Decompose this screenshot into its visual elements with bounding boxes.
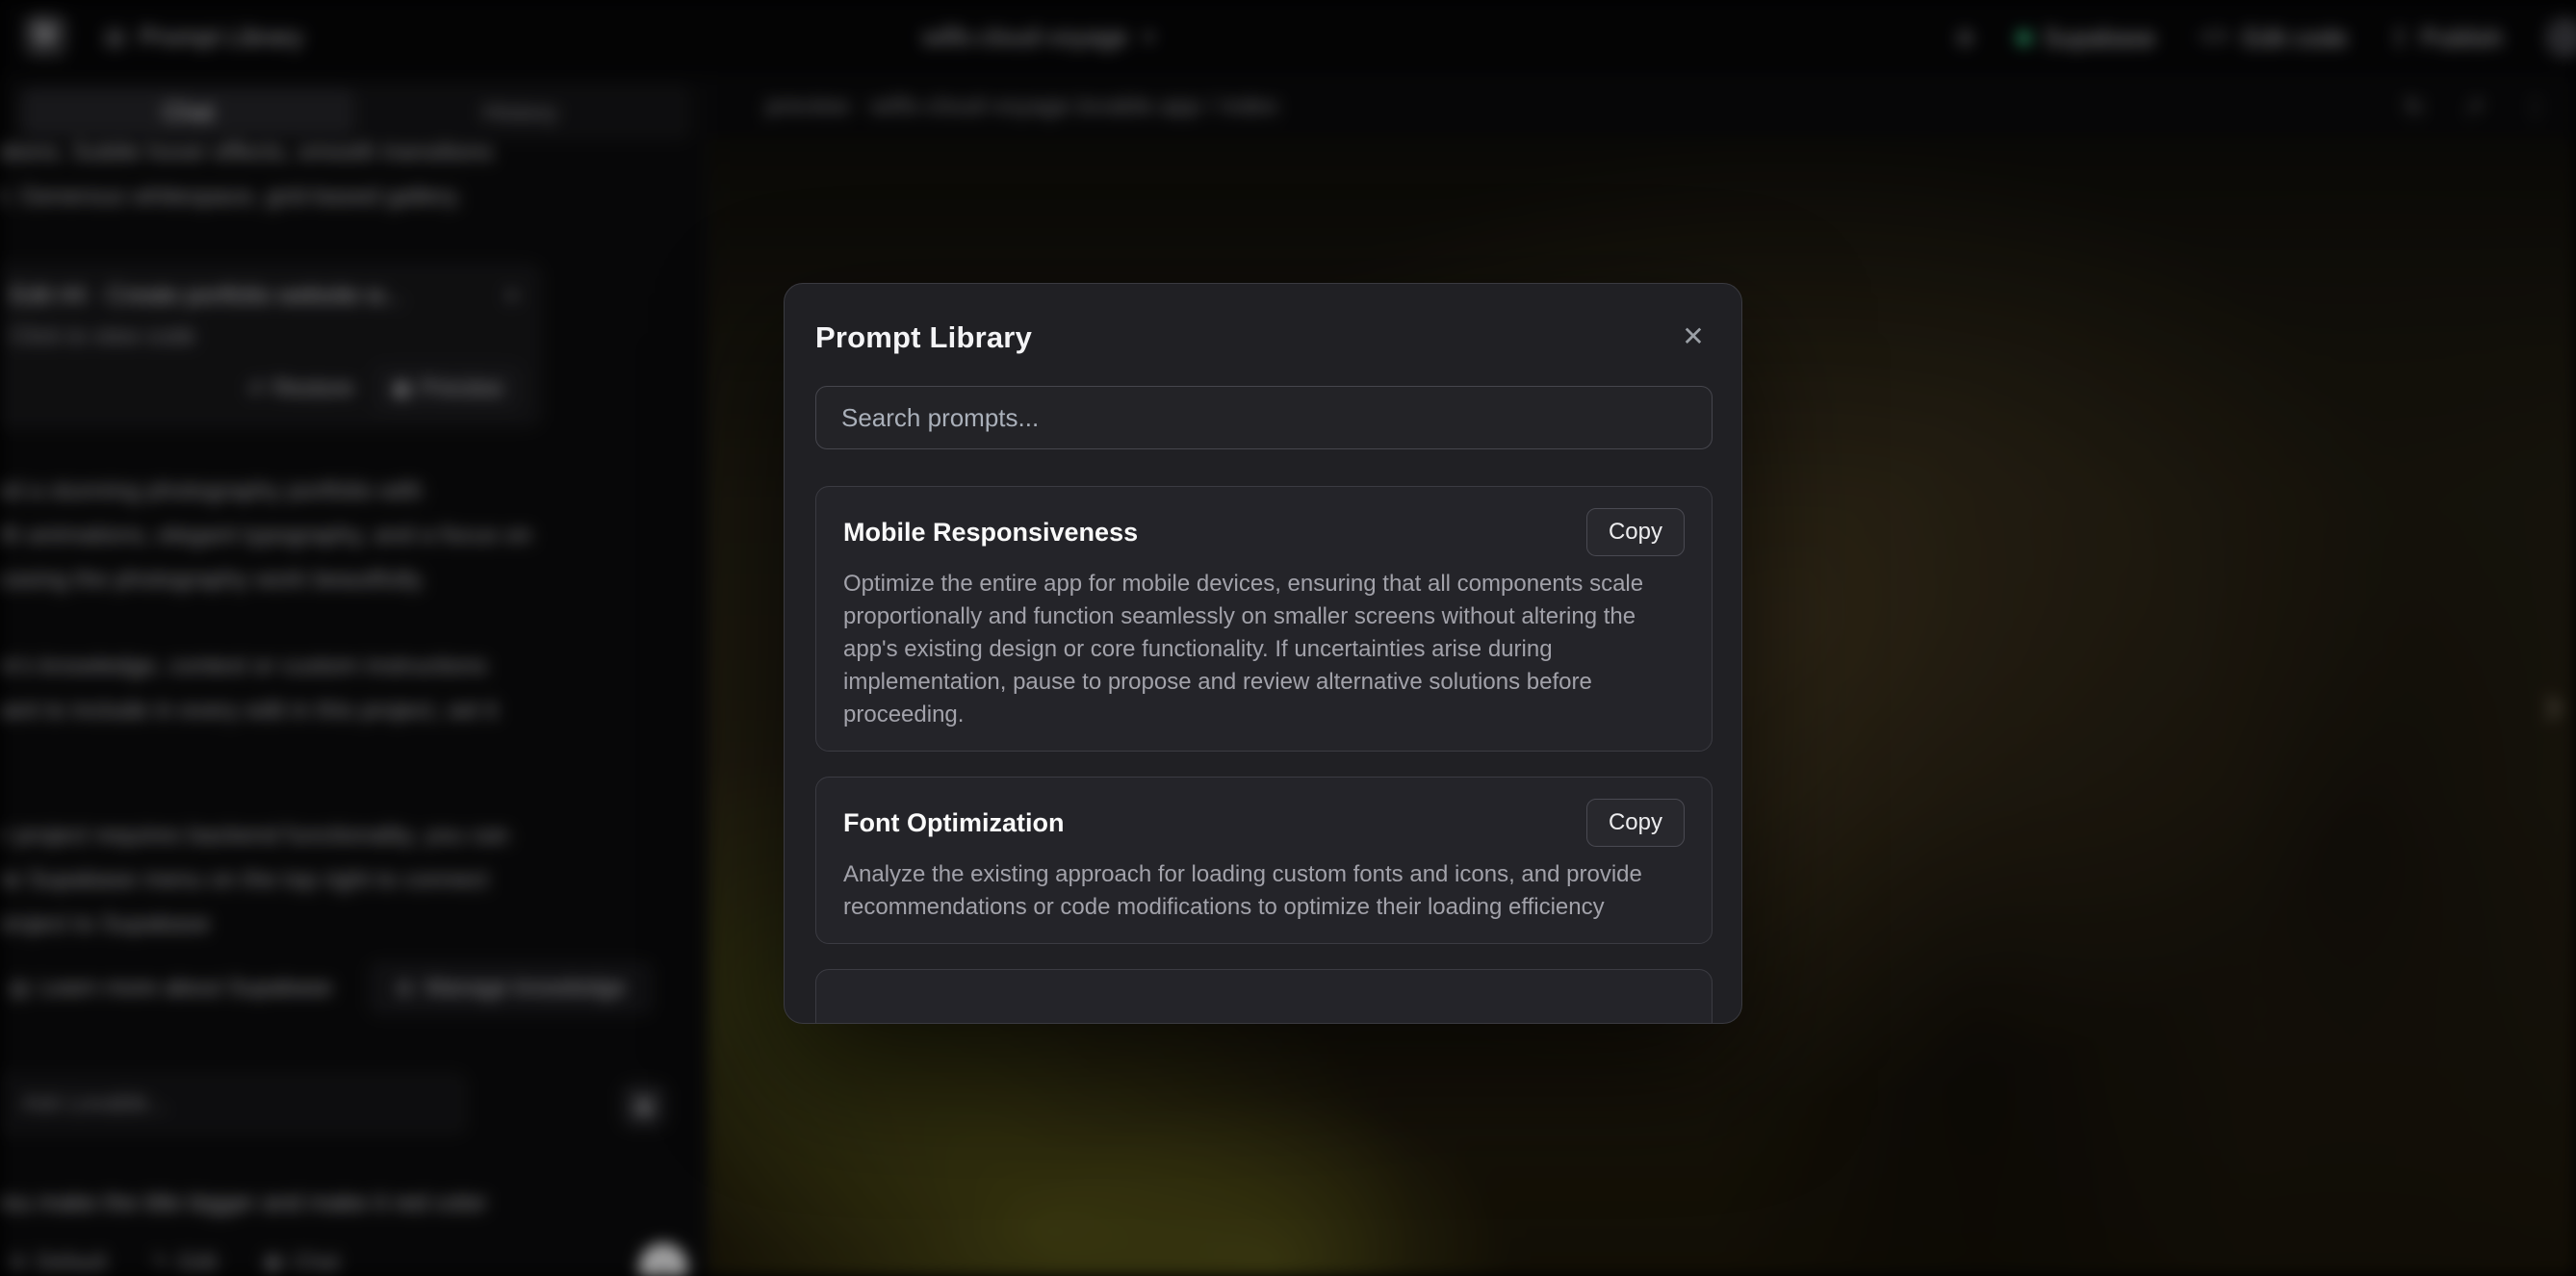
modal-close-button[interactable]: ✕ (1670, 313, 1716, 359)
modal-title: Prompt Library (815, 320, 1032, 355)
prompt-title: Mobile Responsiveness (843, 518, 1138, 548)
copy-button[interactable]: Copy (1586, 799, 1685, 847)
prompt-library-modal: Prompt Library ✕ Mobile Responsiveness C… (784, 283, 1742, 1024)
close-icon: ✕ (1682, 320, 1704, 352)
prompt-title: Font Optimization (843, 808, 1064, 838)
prompt-description: Optimize the entire app for mobile devic… (843, 568, 1685, 731)
prompt-card-font-optimization: Font Optimization Copy Analyze the exist… (815, 777, 1713, 944)
prompt-search-box (815, 386, 1713, 449)
prompt-search-input[interactable] (816, 403, 1712, 433)
prompt-description: Analyze the existing approach for loadin… (843, 858, 1685, 924)
prompt-list: Mobile Responsiveness Copy Optimize the … (815, 486, 1711, 1024)
prompt-card-mobile-responsiveness: Mobile Responsiveness Copy Optimize the … (815, 486, 1713, 752)
copy-button[interactable]: Copy (1586, 508, 1685, 556)
lovable-app-screen: ♥ ▤ Prompt Library wilfs-cloud-voyage ▾ … (0, 0, 2576, 1276)
prompt-card-partial (815, 969, 1713, 1024)
